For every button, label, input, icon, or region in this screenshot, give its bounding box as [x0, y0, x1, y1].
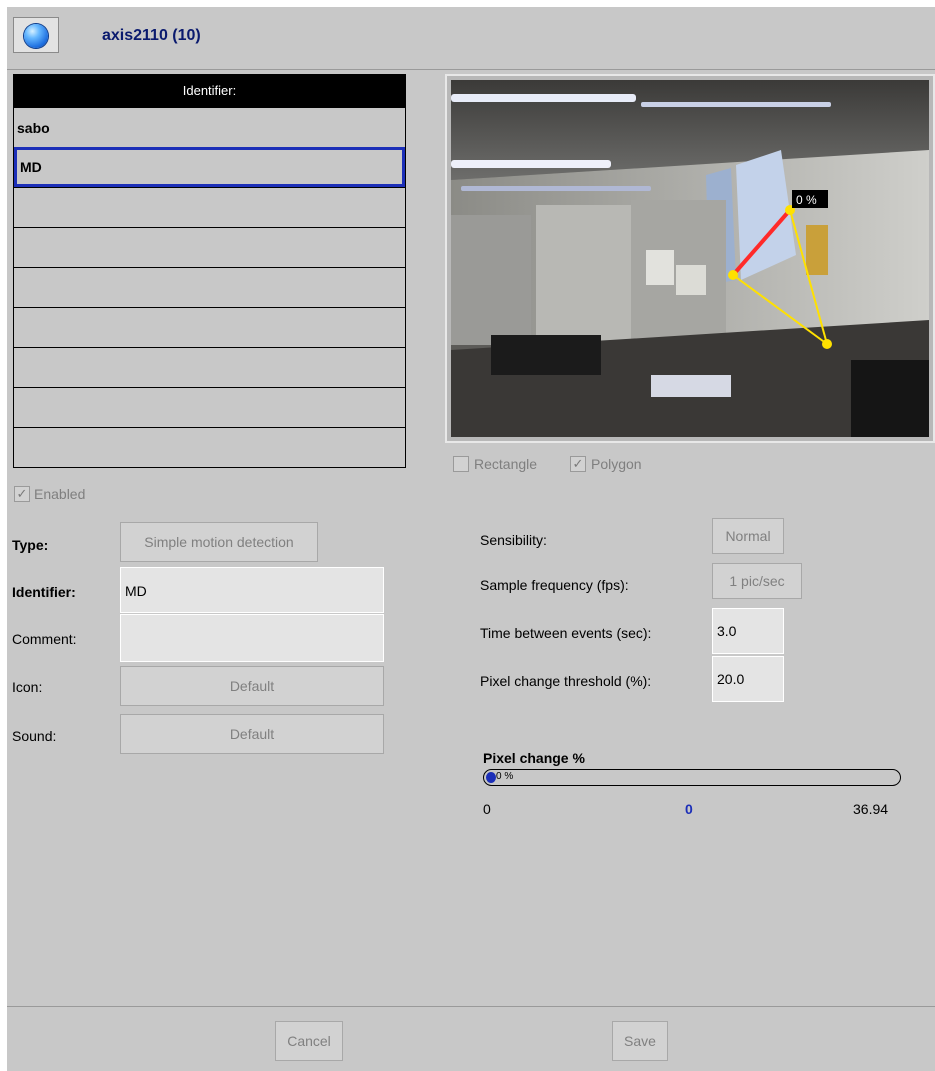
monitor	[491, 335, 601, 375]
overlay-label: 0 %	[796, 193, 817, 207]
pixel-change-bar-text: 0 %	[496, 771, 514, 782]
pixel-threshold-field[interactable]: 20.0	[712, 656, 784, 702]
type-button[interactable]: Simple motion detection	[120, 522, 318, 562]
time-between-events-field[interactable]: 3.0	[712, 608, 784, 654]
pixel-change-indicator	[486, 772, 496, 783]
list-item[interactable]	[14, 227, 405, 267]
sample-frequency-label: Sample frequency (fps):	[480, 577, 629, 593]
identifier-label: Identifier:	[12, 584, 76, 600]
camera-frame: 0 %	[445, 74, 935, 443]
list-item-selected[interactable]: MD	[14, 147, 405, 187]
sound-button[interactable]: Default	[120, 714, 384, 754]
light-4	[461, 186, 651, 191]
list-item[interactable]	[14, 347, 405, 387]
type-label: Type:	[12, 537, 49, 553]
icon-label: Icon:	[12, 679, 43, 695]
enabled-checkbox[interactable]: ✓	[14, 486, 30, 502]
list-item[interactable]	[14, 267, 405, 307]
light-2	[641, 102, 831, 107]
chair	[851, 360, 929, 437]
polygon-vertex	[822, 339, 832, 349]
camera-view[interactable]: 0 %	[451, 80, 929, 437]
window: axis2110 (10) Identifier: sabo MD 0 % Re…	[7, 7, 935, 1071]
list-item[interactable]: sabo	[14, 107, 405, 147]
rectangle-label: Rectangle	[474, 456, 538, 472]
polygon-label: Polygon	[591, 456, 642, 472]
sound-label: Sound:	[12, 728, 57, 744]
identifier-list-header: Identifier:	[14, 75, 405, 107]
partition	[536, 205, 631, 345]
pixel-change-max: 36.94	[853, 801, 889, 817]
sample-frequency-button[interactable]: 1 pic/sec	[712, 563, 802, 599]
footer: Cancel Save	[7, 1007, 935, 1071]
sensibility-label: Sensibility:	[480, 532, 547, 548]
cancel-button[interactable]: Cancel	[275, 1021, 343, 1061]
light-1	[451, 94, 636, 102]
notice	[676, 265, 706, 295]
pixel-change-bar: 0 %	[483, 769, 901, 786]
comment-field[interactable]	[120, 614, 384, 662]
window-title: axis2110 (10)	[102, 27, 201, 44]
save-button[interactable]: Save	[612, 1021, 668, 1061]
pixel-threshold-label: Pixel change threshold (%):	[480, 673, 652, 689]
globe-icon	[24, 24, 48, 48]
notice	[646, 250, 674, 285]
list-item[interactable]	[14, 387, 405, 427]
identifier-list: Identifier: sabo MD	[13, 74, 406, 468]
poster	[806, 225, 828, 275]
comment-label: Comment:	[12, 631, 77, 647]
pixel-change-current: 0	[685, 801, 693, 817]
desk-papers	[651, 375, 731, 397]
light-3	[451, 160, 611, 168]
sensibility-button[interactable]: Normal	[712, 518, 784, 554]
list-item[interactable]	[14, 307, 405, 347]
icon-button[interactable]: Default	[120, 666, 384, 706]
partition	[451, 215, 531, 345]
polygon-checkbox[interactable]: ✓	[570, 456, 586, 472]
time-between-events-label: Time between events (sec):	[480, 625, 652, 641]
list-item[interactable]	[14, 187, 405, 227]
rectangle-checkbox[interactable]	[453, 456, 469, 472]
identifier-field[interactable]: MD	[120, 567, 384, 613]
enabled-label: Enabled	[34, 486, 86, 502]
pixel-change-title: Pixel change %	[483, 750, 585, 766]
list-item[interactable]	[14, 427, 405, 467]
polygon-vertex	[728, 270, 738, 280]
app-icon-button[interactable]	[13, 17, 59, 53]
header-divider	[7, 69, 935, 70]
pixel-change-min: 0	[483, 801, 491, 817]
